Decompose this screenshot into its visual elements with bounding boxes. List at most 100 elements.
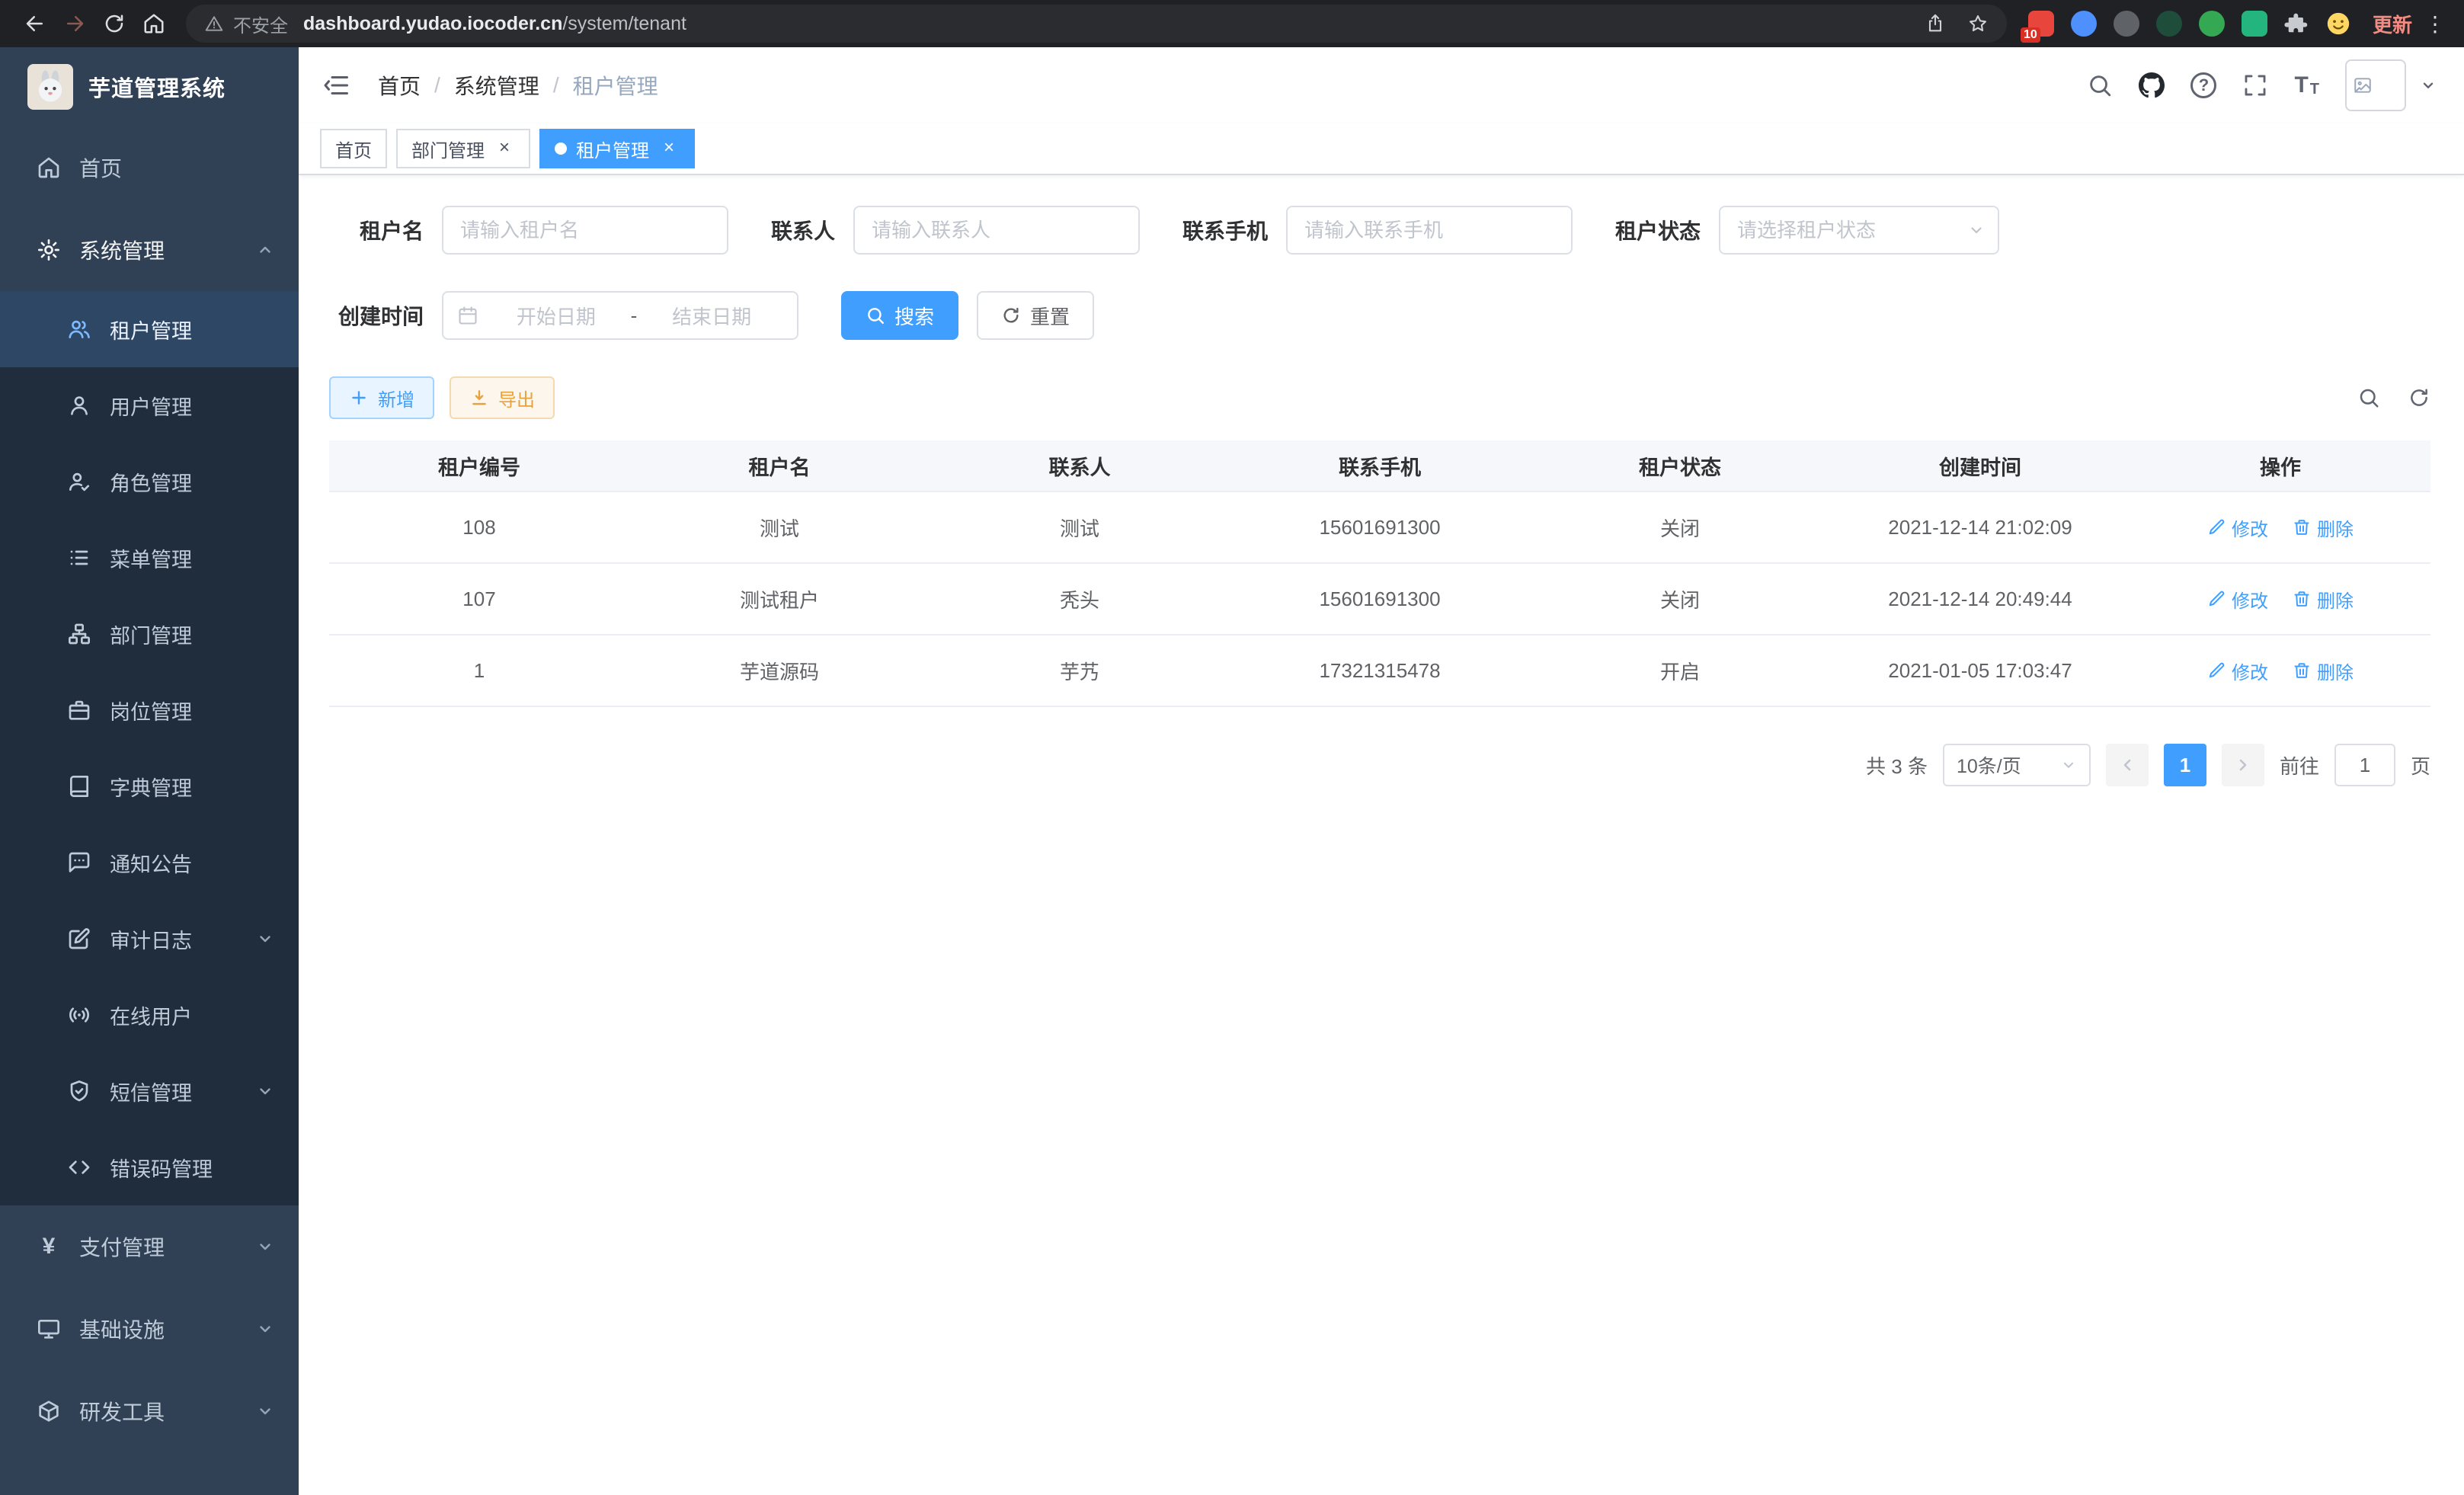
filter-contact: 联系人 — [771, 206, 1140, 255]
bookmark-star-icon[interactable] — [1967, 13, 1989, 34]
search-button[interactable]: 搜索 — [841, 291, 958, 340]
sidebar-toggle-icon[interactable] — [323, 72, 350, 99]
extension-icon-globe[interactable] — [2114, 11, 2139, 37]
cell-tenant-name: 芋道源码 — [629, 657, 930, 685]
app-header: 首页 / 系统管理 / 租户管理 ? TT — [299, 47, 2464, 123]
breadcrumb-home[interactable]: 首页 — [378, 70, 421, 101]
tab-close-icon[interactable]: × — [658, 138, 680, 159]
tab-home[interactable]: 首页 — [320, 129, 387, 168]
current-page-button[interactable]: 1 — [2164, 744, 2206, 786]
sidebar-item-tenant[interactable]: 租户管理 — [0, 291, 299, 367]
add-button[interactable]: 新增 — [329, 376, 434, 419]
tab-dept[interactable]: 部门管理× — [396, 129, 530, 168]
reset-button[interactable]: 重置 — [977, 291, 1094, 340]
address-bar[interactable]: 不安全 dashboard.yudao.iocoder.cn/system/te… — [186, 5, 2007, 43]
extensions-puzzle-icon[interactable] — [2284, 11, 2309, 36]
sidebar-item-sms[interactable]: 短信管理 — [0, 1053, 299, 1129]
sidebar-item-online[interactable]: 在线用户 — [0, 977, 299, 1053]
sidebar-item-role[interactable]: 角色管理 — [0, 443, 299, 520]
cell-phone: 15601691300 — [1230, 587, 1530, 611]
sidebar-item-home[interactable]: 首页 — [0, 126, 299, 209]
browser-back-icon[interactable] — [15, 4, 55, 43]
extension-icon-green[interactable] — [2199, 11, 2225, 37]
edit-link[interactable]: 修改 — [2207, 658, 2268, 684]
col-status: 租户状态 — [1530, 451, 1830, 481]
sidebar-item-menu[interactable]: 菜单管理 — [0, 520, 299, 596]
cell-actions: 修改 删除 — [2130, 514, 2430, 541]
browser-refresh-icon[interactable] — [94, 4, 134, 43]
caret-down-icon[interactable] — [2420, 77, 2437, 94]
sidebar-item-devtools[interactable]: 研发工具 — [0, 1370, 299, 1452]
org-tree-icon — [66, 622, 93, 646]
sidebar-item-notice[interactable]: 通知公告 — [0, 824, 299, 901]
table-row: 108 测试 测试 15601691300 关闭 2021-12-14 21:0… — [329, 492, 2430, 564]
cell-contact: 秃头 — [930, 585, 1230, 613]
extension-icon-blue[interactable] — [2071, 11, 2097, 37]
filter-phone: 联系手机 — [1182, 206, 1573, 255]
sidebar-item-infra[interactable]: 基础设施 — [0, 1288, 299, 1370]
broadcast-icon — [66, 1003, 93, 1027]
delete-link[interactable]: 删除 — [2293, 586, 2354, 613]
sidebar-item-post[interactable]: 岗位管理 — [0, 672, 299, 748]
prev-page-button[interactable] — [2106, 744, 2149, 786]
extension-icon-darkgreen[interactable] — [2156, 11, 2182, 37]
yen-icon: ¥ — [35, 1234, 62, 1259]
browser-chrome: 不安全 dashboard.yudao.iocoder.cn/system/te… — [0, 0, 2464, 47]
page-unit-label: 页 — [2411, 751, 2430, 780]
help-icon[interactable]: ? — [2190, 72, 2216, 98]
security-warning-icon[interactable] — [204, 14, 224, 34]
delete-link[interactable]: 删除 — [2293, 658, 2354, 684]
user-avatar[interactable] — [2345, 59, 2406, 111]
status-select[interactable] — [1719, 206, 1999, 255]
sidebar-item-errcode[interactable]: 错误码管理 — [0, 1129, 299, 1205]
toggle-search-icon[interactable] — [2357, 386, 2380, 409]
tab-close-icon[interactable]: × — [494, 138, 515, 159]
col-actions: 操作 — [2130, 451, 2430, 481]
box-icon — [35, 1399, 62, 1423]
sidebar-item-user[interactable]: 用户管理 — [0, 367, 299, 443]
font-size-icon[interactable]: TT — [2294, 74, 2319, 97]
browser-home-icon[interactable] — [134, 4, 174, 43]
phone-input[interactable] — [1286, 206, 1573, 255]
end-date-placeholder[interactable]: 结束日期 — [640, 302, 783, 330]
refresh-table-icon[interactable] — [2408, 386, 2430, 409]
github-icon[interactable] — [2139, 72, 2165, 98]
sidebar-item-pay[interactable]: ¥ 支付管理 — [0, 1205, 299, 1288]
breadcrumb-system[interactable]: 系统管理 — [454, 70, 539, 101]
sidebar-item-audit[interactable]: 审计日志 — [0, 901, 299, 977]
profile-avatar-icon[interactable] — [2325, 11, 2351, 37]
book-icon — [66, 774, 93, 799]
header-search-icon[interactable] — [2087, 72, 2113, 98]
security-label[interactable]: 不安全 — [233, 11, 288, 37]
sidebar-item-dict[interactable]: 字典管理 — [0, 748, 299, 824]
fullscreen-icon[interactable] — [2242, 72, 2268, 98]
status-label: 租户状态 — [1615, 215, 1701, 245]
total-count: 共 3 条 — [1866, 751, 1928, 780]
page-size-select[interactable]: 10条/页 — [1943, 744, 2091, 786]
export-button[interactable]: 导出 — [450, 376, 555, 419]
extension-icon-chat[interactable] — [2242, 11, 2267, 37]
home-icon — [35, 155, 62, 180]
share-icon[interactable] — [1925, 13, 1946, 34]
status-select-input[interactable] — [1719, 206, 1999, 255]
browser-forward-icon[interactable] — [55, 4, 94, 43]
contact-input[interactable] — [853, 206, 1140, 255]
sidebar-item-system[interactable]: 系统管理 — [0, 209, 299, 291]
chevron-down-icon — [256, 1237, 274, 1256]
goto-page-input[interactable] — [2334, 744, 2395, 786]
tab-tenant[interactable]: 租户管理× — [539, 129, 695, 168]
start-date-placeholder[interactable]: 开始日期 — [485, 302, 628, 330]
app-logo[interactable]: 芋道管理系统 — [0, 47, 299, 126]
extension-icon-red[interactable]: 10 — [2028, 11, 2054, 37]
browser-menu-dots-icon[interactable]: ⋮ — [2424, 11, 2446, 37]
delete-link[interactable]: 删除 — [2293, 514, 2354, 541]
next-page-button[interactable] — [2222, 744, 2264, 786]
tenant-name-input[interactable] — [442, 206, 728, 255]
sidebar-item-dept[interactable]: 部门管理 — [0, 596, 299, 672]
date-range-picker[interactable]: 开始日期 - 结束日期 — [442, 291, 798, 340]
extension-cluster: 10 — [2028, 11, 2351, 37]
edit-link[interactable]: 修改 — [2207, 586, 2268, 613]
edit-link[interactable]: 修改 — [2207, 514, 2268, 541]
cell-contact: 测试 — [930, 514, 1230, 542]
chrome-update-button[interactable]: 更新 — [2373, 10, 2412, 38]
